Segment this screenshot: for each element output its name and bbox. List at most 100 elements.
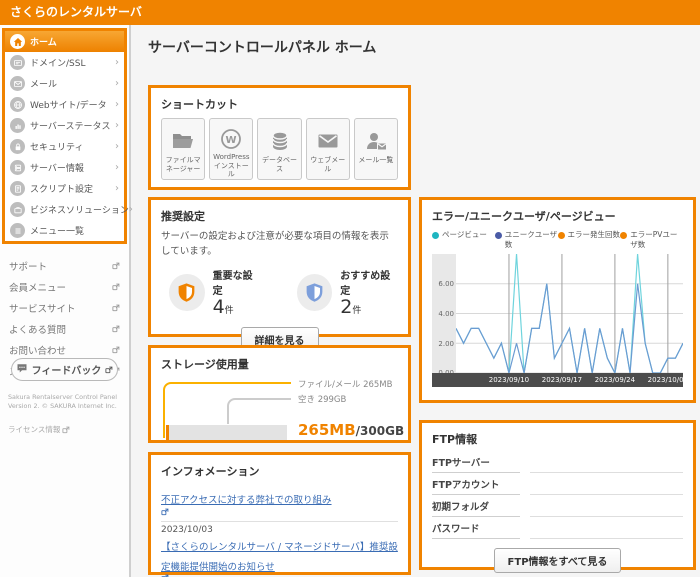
mail-icon bbox=[10, 76, 25, 91]
storage-diagram: ファイル/メール 265MB 空き 299GB 265MB/300GB bbox=[161, 378, 398, 444]
script-document-icon bbox=[10, 181, 25, 196]
traffic-chart-panel: エラー/ユニークユーザ/ページビュー ページビュー ユニークユーザ数 エラー発生… bbox=[419, 197, 696, 403]
external-link-icon bbox=[62, 426, 70, 434]
sidebar-item-business-solution[interactable]: ビジネスソリューション › bbox=[5, 199, 124, 220]
x-tick-label: 2023/09/24 bbox=[591, 376, 639, 384]
license-link[interactable]: ライセンス情報 bbox=[8, 424, 70, 435]
link-support[interactable]: サポート bbox=[0, 255, 129, 276]
envelope-icon bbox=[315, 126, 341, 156]
view-all-ftp-button[interactable]: FTP情報をすべて見る bbox=[494, 548, 622, 573]
shortcuts-title: ショートカット bbox=[161, 96, 398, 112]
storage-usage-panel: ストレージ使用量 ファイル/メール 265MB 空き 299GB 265MB/3… bbox=[148, 345, 411, 443]
legend-pageviews: ページビュー bbox=[432, 230, 495, 250]
ftp-initial-folder-value bbox=[530, 503, 683, 517]
storage-bar bbox=[166, 425, 287, 440]
chart-plot bbox=[456, 254, 683, 373]
x-tick-label: 2023/10/01 bbox=[644, 376, 692, 384]
information-title: インフォメーション bbox=[161, 463, 398, 479]
speech-bubble-icon bbox=[16, 362, 28, 377]
ftp-info-panel: FTP情報 FTPサーバー FTPアカウント 初期フォルダ パスワード FTP情… bbox=[419, 420, 696, 570]
list-item: 2023/10/03 【さくらのレンタルサーバ / マネージドサーバ】推奨設定機… bbox=[161, 522, 398, 577]
orange-shield-icon bbox=[169, 274, 205, 311]
chevron-right-icon: › bbox=[115, 184, 119, 194]
y-tick-label: 6.00 bbox=[438, 280, 454, 288]
information-panel: インフォメーション 不正アクセスに対する弊社での取り組み 2023/10/03 … bbox=[148, 452, 411, 575]
chart-title: エラー/ユニークユーザ/ページビュー bbox=[432, 208, 683, 224]
legend-unique-users: ユニークユーザ数 bbox=[495, 230, 558, 250]
external-link-icon bbox=[112, 325, 120, 333]
list-item: 不正アクセスに対する弊社での取り組み bbox=[161, 485, 398, 522]
chevron-right-icon: › bbox=[115, 58, 119, 68]
external-link-icon bbox=[112, 283, 120, 291]
storage-usage-value: 265MB/300GB bbox=[298, 420, 404, 439]
y-tick-label: 4.00 bbox=[438, 310, 454, 318]
x-tick-label: 2023/09/17 bbox=[538, 376, 586, 384]
free-bracket-line bbox=[227, 398, 291, 424]
person-mail-icon bbox=[363, 126, 389, 156]
sidebar-item-server-info[interactable]: サーバー情報 › bbox=[5, 157, 124, 178]
sidebar-item-server-status[interactable]: サーバーステータス › bbox=[5, 115, 124, 136]
sidebar-item-security[interactable]: セキュリティ › bbox=[5, 136, 124, 157]
link-service-site[interactable]: サービスサイト bbox=[0, 297, 129, 318]
file-mail-usage-label: ファイル/メール 265MB bbox=[298, 378, 392, 390]
chevron-right-icon: › bbox=[115, 142, 119, 152]
shortcut-file-manager[interactable]: ファイルマネージャー bbox=[161, 118, 205, 180]
link-contact[interactable]: お問い合わせ bbox=[0, 339, 129, 360]
news-date: 2023/10/03 bbox=[161, 525, 398, 535]
ftp-account-value bbox=[530, 481, 683, 495]
recommended-title: 推奨設定 bbox=[161, 208, 398, 224]
shortcut-database[interactable]: データベース bbox=[257, 118, 301, 180]
brand-title: さくらのレンタルサーバ bbox=[0, 0, 700, 25]
domain-ssl-icon bbox=[10, 55, 25, 70]
x-axis-labels: 2023/09/102023/09/172023/09/242023/10/01 bbox=[432, 373, 683, 387]
x-tick-label: 2023/09/10 bbox=[485, 376, 533, 384]
sidebar-item-script-settings[interactable]: スクリプト設定 › bbox=[5, 178, 124, 199]
chevron-right-icon: › bbox=[115, 121, 119, 131]
shortcut-buttons: ファイルマネージャー W WordPressインストール データベース ウェブメ… bbox=[161, 118, 398, 180]
chevron-right-icon: › bbox=[115, 163, 119, 173]
storage-title: ストレージ使用量 bbox=[161, 356, 398, 372]
link-faq[interactable]: よくある質問 bbox=[0, 318, 129, 339]
menu-list-icon bbox=[10, 223, 25, 238]
line-chart: 0.002.004.006.00 2023/09/102023/09/17202… bbox=[432, 254, 683, 387]
shortcut-webmail[interactable]: ウェブメール bbox=[306, 118, 350, 180]
blue-shield-icon bbox=[297, 274, 333, 311]
chevron-right-icon: › bbox=[115, 79, 119, 89]
free-space-label: 空き 299GB bbox=[298, 393, 346, 405]
sidebar-item-home[interactable]: ホーム bbox=[5, 31, 124, 52]
copyright-text: Sakura Rentalserver Control Panel Versio… bbox=[8, 393, 126, 411]
y-tick-label: 2.00 bbox=[438, 340, 454, 348]
sidebar-item-domain-ssl[interactable]: ドメイン/SSL › bbox=[5, 52, 124, 73]
app-header: さくらのレンタルサーバ bbox=[0, 0, 700, 25]
external-link-icon bbox=[161, 508, 398, 516]
suggested-settings-stat: おすすめ設定 2件 bbox=[297, 267, 398, 318]
recommended-stats: 重要な設定 4件 おすすめ設定 2件 bbox=[161, 267, 398, 318]
table-row: 初期フォルダ bbox=[432, 497, 683, 517]
sidebar-item-website-data[interactable]: Webサイト/データ › bbox=[5, 94, 124, 115]
feedback-button[interactable]: フィードバック bbox=[11, 358, 118, 381]
storage-used-segment bbox=[166, 425, 169, 440]
server-icon bbox=[10, 160, 25, 175]
sidebar-item-mail[interactable]: メール › bbox=[5, 73, 124, 94]
sidebar-item-menu-list[interactable]: メニュー一覧 bbox=[5, 220, 124, 241]
page-title: サーバーコントロールパネル ホーム bbox=[148, 37, 376, 57]
link-member-menu[interactable]: 会員メニュー bbox=[0, 276, 129, 297]
table-row: FTPサーバー bbox=[432, 453, 683, 473]
ftp-server-value bbox=[530, 459, 683, 473]
globe-icon bbox=[10, 97, 25, 112]
chart-bars-icon bbox=[10, 118, 25, 133]
folder-icon bbox=[170, 126, 196, 156]
shortcut-wordpress-install[interactable]: W WordPressインストール bbox=[209, 118, 253, 180]
total-amount: /300GB bbox=[356, 424, 404, 438]
legend-dot-icon bbox=[558, 232, 565, 239]
briefcase-icon bbox=[10, 202, 25, 217]
news-link[interactable]: 不正アクセスに対する弊社での取り組み bbox=[161, 495, 398, 516]
sidebar: ホーム ドメイン/SSL › メール › Webサイト/ bbox=[0, 25, 131, 577]
important-settings-stat: 重要な設定 4件 bbox=[169, 267, 261, 318]
legend-error-pv-users: エラーPVユーザ数 bbox=[620, 230, 683, 250]
table-row: パスワード bbox=[432, 519, 683, 539]
news-link[interactable]: 【さくらのレンタルサーバ / マネージドサーバ】推奨設定機能提供開始のお知らせ bbox=[161, 542, 398, 577]
shortcut-mail-list[interactable]: メール一覧 bbox=[354, 118, 398, 180]
legend-dot-icon bbox=[620, 232, 627, 239]
used-amount: 265MB bbox=[298, 421, 356, 439]
